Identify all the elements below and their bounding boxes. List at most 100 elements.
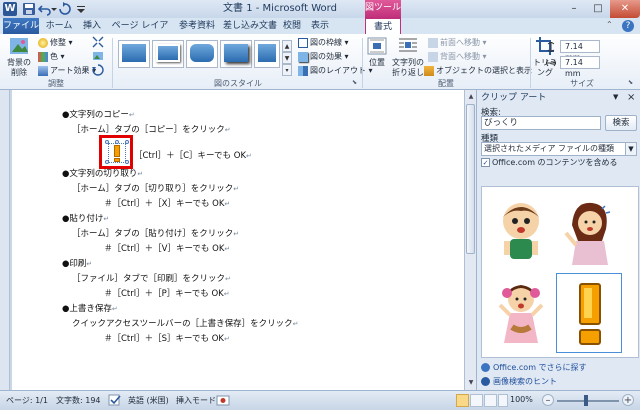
compress-pictures-icon[interactable]: [92, 36, 104, 48]
clipart-search-button[interactable]: 検索: [605, 115, 637, 131]
color-icon: [38, 51, 48, 62]
picture-border-button[interactable]: 図の枠線 ▾: [298, 36, 349, 49]
clipart-result-woman[interactable]: [558, 195, 620, 267]
inserted-clipart-highlight[interactable]: [99, 135, 133, 169]
pane-options-icon[interactable]: ▼: [613, 93, 621, 103]
resize-handle[interactable]: [115, 140, 119, 144]
resize-handle[interactable]: [105, 140, 109, 144]
print-layout-view-icon[interactable]: [456, 394, 469, 407]
tab-page-layout[interactable]: ページ レイアウト: [110, 18, 170, 47]
document-page[interactable]: ●文字列のコピー↵ ［ホーム］タブの［コピー］をクリック↵ ［Ctrl］＋［C］…: [12, 90, 464, 390]
gallery-more-icon[interactable]: ▾: [282, 64, 292, 76]
height-input[interactable]: 7.14 mm: [560, 40, 600, 62]
shape-width-icon: [546, 59, 556, 67]
change-picture-icon[interactable]: [92, 50, 104, 62]
size-dialog-launcher-icon[interactable]: ⬊: [628, 79, 636, 87]
pane-close-icon[interactable]: ×: [627, 92, 637, 104]
tab-review[interactable]: 校閲: [280, 18, 304, 34]
language[interactable]: 英語 (米国): [128, 395, 169, 406]
tab-format[interactable]: 書式: [365, 18, 401, 34]
vertical-scrollbar[interactable]: ▲ ▼: [464, 90, 476, 390]
word-count[interactable]: 文字数: 194: [56, 395, 101, 406]
help-icon[interactable]: ?: [622, 20, 634, 32]
zoom-out-icon[interactable]: –: [542, 394, 554, 406]
picture-layout-label: 図のレイアウト: [310, 66, 366, 75]
doc-line: ＃［Ctrl］＋［X］キーでも OK↵: [104, 199, 231, 209]
exclamation-mark-icon: [114, 145, 120, 157]
wrap-text-button[interactable]: 文字列の 折り返し: [390, 36, 426, 78]
vertical-ruler: [0, 90, 10, 390]
word-logo-icon[interactable]: W: [3, 2, 17, 16]
picture-style-thumb-5[interactable]: [254, 40, 280, 68]
selection-pane-button[interactable]: オブジェクトの選択と表示: [424, 64, 532, 77]
doc-line: ●上書き保存↵: [62, 304, 118, 314]
insert-mode[interactable]: 挿入モード: [176, 395, 216, 406]
picture-effects-button[interactable]: 図の効果 ▾: [298, 50, 349, 63]
tab-view[interactable]: 表示: [306, 18, 334, 34]
outline-view-icon[interactable]: [498, 394, 508, 407]
full-screen-reading-view-icon[interactable]: [470, 394, 483, 407]
width-input[interactable]: 7.14 mm: [560, 56, 600, 78]
tab-references[interactable]: 参考資料: [174, 18, 220, 34]
zoom-level[interactable]: 100%: [510, 395, 533, 404]
picture-style-thumb-4[interactable]: [220, 40, 252, 68]
resize-handle[interactable]: [105, 160, 109, 164]
web-layout-view-icon[interactable]: [484, 394, 497, 407]
search-tips-link[interactable]: 画像検索のヒント: [481, 376, 557, 387]
doc-line: ＃［Ctrl］＋［P］キーでも OK↵: [104, 289, 230, 299]
resize-handle[interactable]: [125, 140, 129, 144]
tab-home[interactable]: ホーム: [42, 18, 76, 34]
clipart-result-girl[interactable]: [490, 277, 552, 349]
gallery-up-icon[interactable]: ▲: [282, 40, 292, 52]
media-type-select[interactable]: 選択されたメディア ファイルの種類: [481, 142, 627, 156]
close-button[interactable]: ✕: [610, 0, 640, 18]
customize-qat-icon[interactable]: [76, 2, 86, 16]
remove-background-button[interactable]: 背景の 削除: [2, 36, 36, 78]
media-type-dropdown-icon[interactable]: ▼: [625, 142, 637, 156]
picture-styles-dialog-launcher-icon[interactable]: ⬊: [352, 79, 360, 87]
page-count[interactable]: ページ: 1/1: [6, 395, 48, 406]
undo-dropdown-icon[interactable]: [50, 2, 58, 16]
clipart-search-input[interactable]: びっくり: [481, 116, 601, 130]
tab-mailings[interactable]: 差し込み文書: [223, 18, 277, 34]
minimize-ribbon-icon[interactable]: ⌃: [606, 20, 618, 32]
bring-forward-button[interactable]: 前面へ移動 ▾: [428, 36, 487, 49]
zoom-slider[interactable]: [557, 400, 619, 402]
gallery-down-icon[interactable]: ▼: [282, 52, 292, 64]
picture-style-thumb-2[interactable]: [152, 40, 184, 68]
save-icon[interactable]: [22, 2, 36, 16]
include-office-checkbox[interactable]: ✓: [481, 158, 490, 167]
send-backward-label: 背面へ移動: [440, 52, 480, 61]
corrections-button[interactable]: 修整 ▾: [38, 36, 73, 49]
zoom-slider-thumb[interactable]: [584, 395, 588, 406]
doc-line: ●印刷↵: [62, 259, 93, 269]
inserted-clipart-image[interactable]: [108, 143, 126, 163]
position-button[interactable]: 位置: [364, 36, 390, 68]
office-com-more-link[interactable]: Office.com でさらに探す: [481, 362, 587, 373]
macro-record-icon[interactable]: [216, 394, 230, 407]
scroll-up-icon[interactable]: ▲: [466, 92, 476, 102]
tab-insert[interactable]: 挿入: [78, 18, 106, 34]
scroll-down-icon[interactable]: ▼: [466, 378, 476, 388]
selection-pane-icon: [424, 65, 434, 76]
picture-effects-icon: [298, 51, 308, 62]
clipart-results: [481, 186, 639, 358]
picture-border-label: 図の枠線: [310, 38, 342, 47]
minimize-button[interactable]: –: [562, 0, 586, 18]
maximize-button[interactable]: □: [586, 0, 610, 18]
artistic-effects-button[interactable]: アート効果 ▾: [38, 64, 96, 77]
color-button[interactable]: 色 ▾: [38, 50, 65, 63]
zoom-in-icon[interactable]: +: [622, 394, 634, 406]
doc-line: ●文字列の切り取り↵: [62, 169, 144, 179]
repeat-icon[interactable]: [58, 2, 72, 16]
resize-handle[interactable]: [125, 160, 129, 164]
tab-file[interactable]: ファイル: [3, 18, 39, 34]
clipart-result-exclamation-selected[interactable]: [556, 273, 622, 353]
send-backward-button[interactable]: 背面へ移動 ▾: [428, 50, 487, 63]
scrollbar-thumb[interactable]: [466, 104, 475, 254]
clipart-result-boy[interactable]: [490, 195, 552, 267]
proofing-icon[interactable]: [108, 394, 122, 407]
picture-style-thumb-1[interactable]: [118, 40, 150, 68]
reset-picture-icon[interactable]: [92, 64, 104, 76]
picture-style-thumb-3[interactable]: [186, 40, 218, 68]
